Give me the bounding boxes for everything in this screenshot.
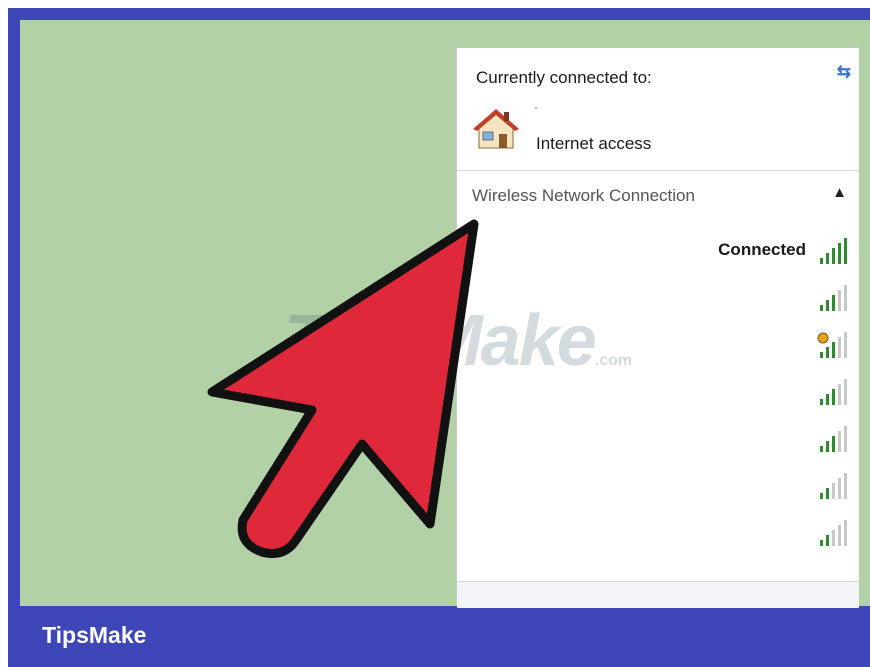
footer-brand: TipsMake	[42, 622, 147, 648]
pointer-arrow-icon	[207, 219, 479, 558]
